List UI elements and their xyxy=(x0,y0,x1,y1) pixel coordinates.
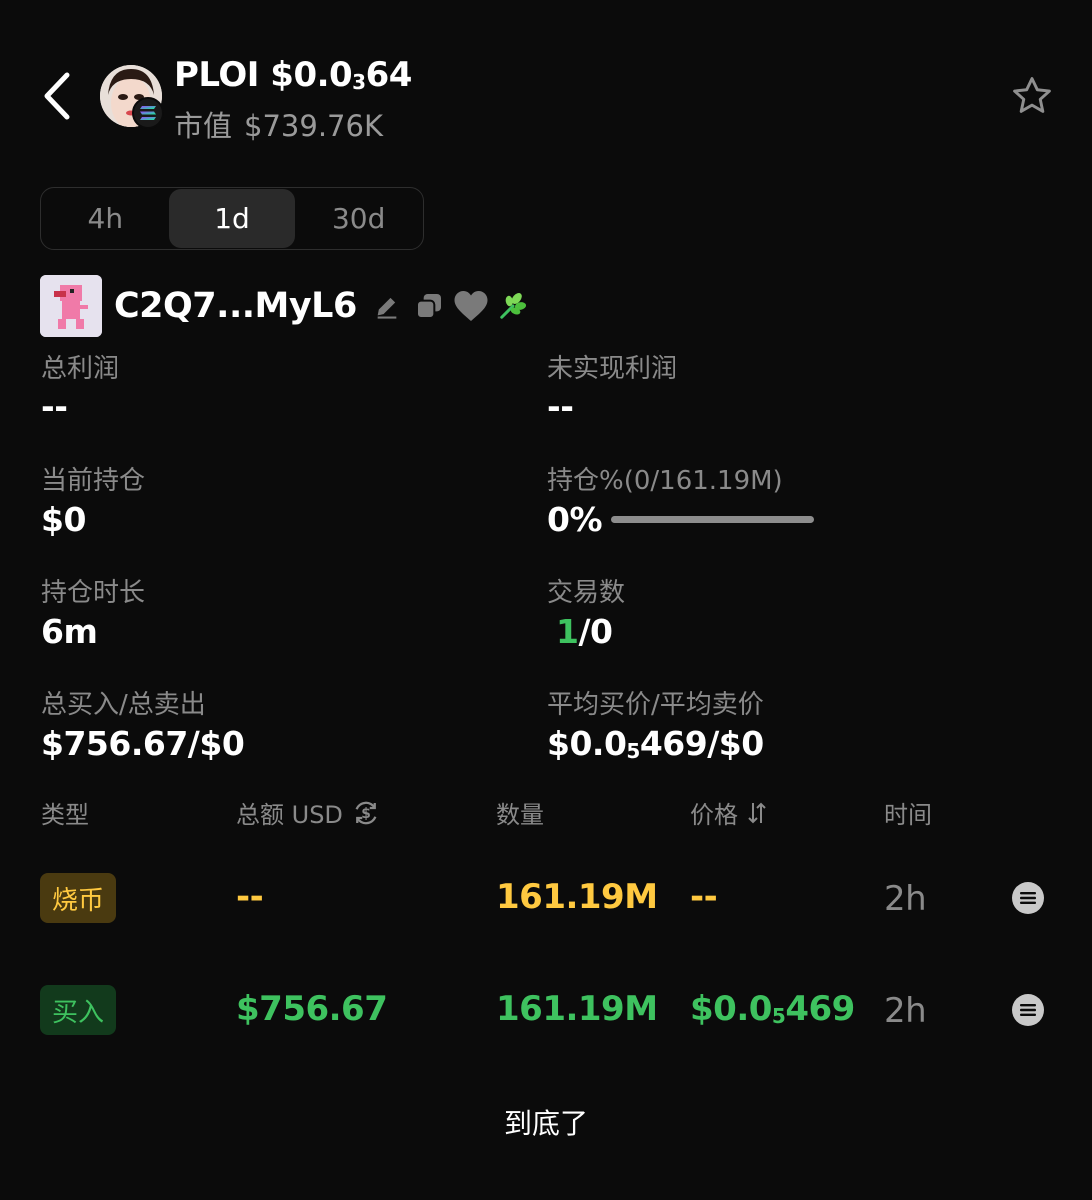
holding-duration-value: 6m xyxy=(41,612,98,651)
unrealized-profit-label: 未实现利润 xyxy=(547,354,678,384)
token-avatar-wrap xyxy=(100,65,164,129)
table-row[interactable]: 烧币 -- 161.19M -- 2h xyxy=(0,842,1092,954)
price-cell: -- xyxy=(690,877,718,917)
favorite-wallet-button[interactable] xyxy=(453,288,489,324)
copy-icon xyxy=(415,294,441,319)
timeframe-selector: 4h 1d 30d xyxy=(40,187,424,250)
col-header-time: 时间 xyxy=(884,801,932,829)
trade-count-label: 交易数 xyxy=(547,578,626,608)
buy-count: 1 xyxy=(556,612,579,651)
solana-badge xyxy=(132,97,164,129)
type-tag-buy: 买入 xyxy=(40,985,117,1035)
price-cell: $0.05469 xyxy=(690,989,855,1029)
amount-cell: $756.67 xyxy=(236,989,388,1029)
total-profit-value: -- xyxy=(41,387,68,426)
col-header-price[interactable]: 价格 xyxy=(690,795,768,830)
total-profit-label: 总利润 xyxy=(41,354,120,384)
wallet-address[interactable]: C2Q7...MyL6 xyxy=(114,286,357,326)
menu-lines-icon xyxy=(1020,892,1036,904)
sort-icon xyxy=(748,802,766,823)
current-position-label: 当前持仓 xyxy=(41,466,146,496)
menu-lines-icon xyxy=(1020,1004,1036,1016)
token-header: PLOI $0.0364 市值 $739.76K xyxy=(0,0,1092,170)
unrealized-profit-value: -- xyxy=(547,387,574,426)
usd-swap-icon: $ xyxy=(355,801,377,824)
heart-icon xyxy=(454,291,488,321)
time-cell: 2h xyxy=(884,991,927,1031)
quantity-cell: 161.19M xyxy=(496,877,658,917)
holding-pct-label: 持仓%(0/161.19M) xyxy=(547,466,783,496)
total-buy-sell-value: $756.67/$0 xyxy=(41,724,245,763)
col-header-amount[interactable]: 总额 USD $ xyxy=(236,795,381,830)
row-details-button[interactable] xyxy=(1012,994,1044,1026)
edit-button[interactable] xyxy=(369,288,405,324)
holding-pct-value: 0% xyxy=(547,500,603,539)
token-title: PLOI $0.0364 xyxy=(174,55,412,95)
star-icon xyxy=(1013,77,1051,113)
amount-cell: -- xyxy=(236,877,264,917)
market-cap: 市值 $739.76K xyxy=(174,103,383,145)
col-header-type: 类型 xyxy=(41,801,89,829)
avg-price-value: $0.05469/$0 xyxy=(547,724,764,763)
type-tag-burn: 烧币 xyxy=(40,873,117,923)
timeframe-1d[interactable]: 1d xyxy=(168,189,296,248)
current-position-value: $0 xyxy=(41,500,86,539)
token-price: $0.0364 xyxy=(270,55,412,95)
trade-count-value: 1/0 xyxy=(556,612,613,651)
holding-duration-label: 持仓时长 xyxy=(41,578,146,608)
solana-icon xyxy=(140,106,156,120)
market-cap-value: $739.76K xyxy=(244,109,383,143)
sell-count: /0 xyxy=(578,612,613,651)
timeframe-30d[interactable]: 30d xyxy=(295,189,422,248)
end-of-list-text: 到底了 xyxy=(503,1107,588,1140)
token-symbol: PLOI xyxy=(174,55,259,95)
quantity-cell: 161.19M xyxy=(496,989,658,1029)
table-row[interactable]: 买入 $756.67 161.19M $0.05469 2h xyxy=(0,954,1092,1066)
svg-text:$: $ xyxy=(361,806,371,822)
avg-price-label: 平均买价/平均卖价 xyxy=(547,690,764,720)
market-cap-label: 市值 xyxy=(174,109,233,143)
col-header-quantity: 数量 xyxy=(496,801,544,829)
favorite-button[interactable] xyxy=(1006,70,1058,122)
wallet-avatar xyxy=(40,275,102,337)
copy-button[interactable] xyxy=(411,288,447,324)
holding-progress-bar xyxy=(611,516,814,523)
total-buy-sell-label: 总买入/总卖出 xyxy=(41,690,206,720)
edit-icon xyxy=(377,297,397,319)
leaf-icon xyxy=(500,293,526,319)
time-cell: 2h xyxy=(884,879,927,919)
back-button[interactable] xyxy=(32,64,82,128)
timeframe-4h[interactable]: 4h xyxy=(42,189,169,248)
row-details-button[interactable] xyxy=(1012,882,1044,914)
back-arrow-icon xyxy=(44,72,70,120)
smart-money-tag xyxy=(495,288,531,324)
wallet-row: C2Q7...MyL6 xyxy=(40,275,537,337)
